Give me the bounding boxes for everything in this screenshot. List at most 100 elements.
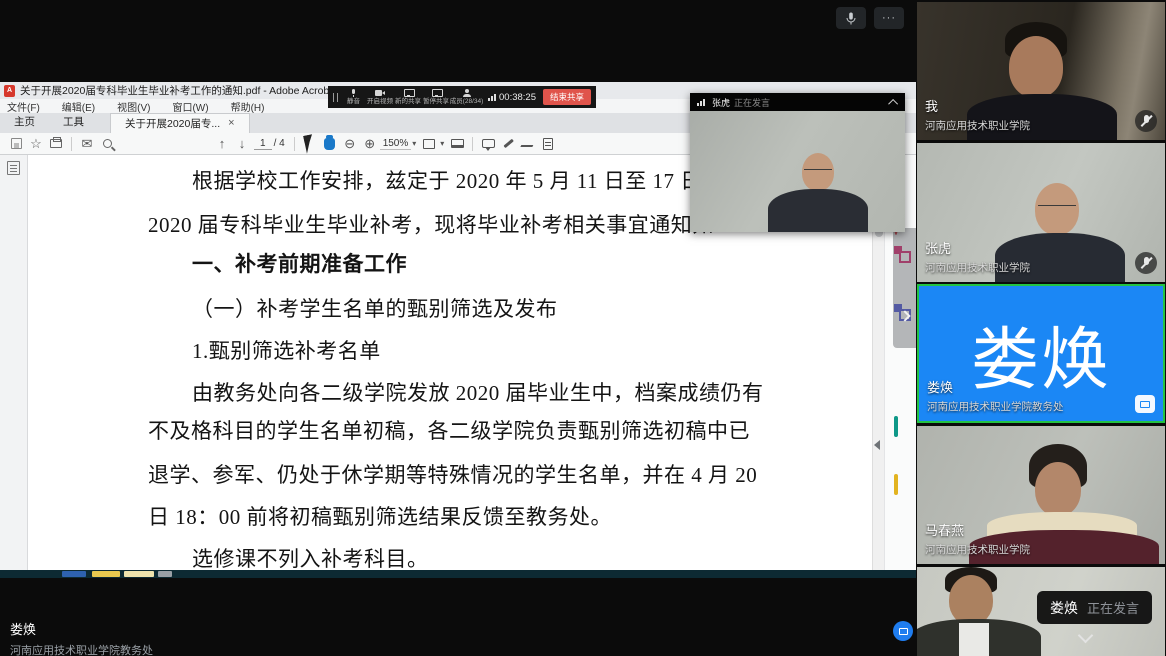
sharing-indicator-badge — [893, 621, 913, 641]
sidebar-expand-control[interactable] — [893, 228, 916, 348]
fill-sign-button[interactable] — [538, 135, 558, 153]
mic-muted-icon — [1135, 252, 1157, 274]
signal-icon — [488, 94, 496, 101]
tab-tools[interactable]: 工具 — [49, 111, 98, 133]
taskbar-folder-icon[interactable] — [92, 571, 120, 577]
acrobat-left-panel — [0, 155, 28, 570]
presenter-org: 河南应用技术职业学院教务处 — [10, 642, 153, 656]
speaking-status: 正在发言 — [1087, 598, 1139, 617]
mic-icon — [348, 89, 358, 97]
mic-button[interactable] — [836, 7, 866, 29]
participants-sidebar: 我 河南应用技术职业学院 张虎 河南应用技术职业学院 娄焕 娄 — [916, 0, 1166, 656]
floating-video-window[interactable]: 张虎 正在发言 — [690, 93, 905, 232]
page-total-label: / 4 — [274, 138, 285, 149]
new-share-button[interactable]: 新的共享 — [395, 89, 421, 105]
more-button[interactable]: ··· — [874, 7, 904, 29]
participant-org: 河南应用技术职业学院 — [925, 118, 1030, 133]
more-tools-icon[interactable] — [894, 506, 908, 520]
presenter-name: 娄焕 — [10, 619, 153, 638]
participant-org: 河南应用技术职业学院 — [925, 260, 1030, 275]
mute-button[interactable]: 静音 — [342, 89, 365, 105]
sign-tool-button[interactable] — [518, 135, 538, 153]
meeting-app: ··· A 关于开展2020届专科毕业生毕业补考工作的通知.pdf - Adob… — [0, 0, 1166, 656]
star-button[interactable]: ☆ — [26, 135, 46, 153]
participant-tile[interactable]: 马春燕 河南应用技术职业学院 — [917, 426, 1165, 564]
protect-icon[interactable] — [894, 388, 908, 402]
collapse-window-icon[interactable] — [888, 98, 898, 108]
sharing-screen-icon — [1135, 395, 1155, 413]
screen-share-icon — [403, 89, 413, 97]
fill-sign-icon[interactable] — [894, 448, 908, 462]
share-toolbar: 静音 开启视频 新的共享 暂停共享 成员(28/34) 00:38:25 — [328, 86, 596, 108]
presenter-label: 娄焕 河南应用技术职业学院教务处 — [10, 619, 153, 656]
zoom-in-button[interactable]: ⊕ — [360, 135, 380, 153]
fit-caret-icon[interactable]: ▾ — [440, 139, 444, 148]
taskbar-folder-icon[interactable] — [124, 571, 154, 577]
search-button[interactable] — [97, 135, 117, 153]
participant-name: 娄焕 — [927, 377, 1064, 396]
members-icon — [462, 89, 472, 97]
speaking-name: 娄焕 — [1050, 598, 1078, 618]
screen-icon — [899, 628, 908, 635]
participant-name: 张虎 — [925, 238, 1030, 257]
members-button[interactable]: 成员(28/34) — [451, 89, 482, 105]
chevron-right-icon — [899, 310, 910, 321]
pause-share-button[interactable]: 暂停共享 — [423, 89, 449, 105]
doc-line: 选修课不列入补考科目。 — [148, 543, 808, 570]
signal-icon — [697, 99, 705, 106]
participant-name: 我 — [925, 96, 1030, 115]
tools-panel-collapse-icon[interactable] — [874, 440, 880, 450]
participant-tile[interactable]: 我 河南应用技术职业学院 — [917, 2, 1165, 140]
participant-tile[interactable]: 张虎 河南应用技术职业学院 — [917, 143, 1165, 282]
compress-pdf-icon[interactable] — [894, 418, 908, 432]
print-button[interactable] — [46, 135, 66, 153]
doc-line: （一）补考学生名单的甄别筛选及发布 — [148, 293, 808, 323]
send-comments-icon[interactable] — [894, 476, 908, 490]
taskbar-app-icon[interactable] — [158, 571, 172, 577]
doc-line: 退学、参军、仍处于休学期等特殊情况的学生名单，并在 4 月 20 — [148, 459, 808, 489]
menu-help[interactable]: 帮助(H) — [231, 99, 265, 114]
end-share-button[interactable]: 结束共享 — [543, 89, 591, 105]
participant-org: 河南应用技术职业学院教务处 — [927, 399, 1064, 414]
email-button[interactable]: ✉ — [77, 135, 97, 153]
speaking-toast: 娄焕 正在发言 — [1037, 591, 1152, 624]
page-thumbnails-icon[interactable] — [7, 161, 20, 175]
toolbar-drag-handle[interactable] — [333, 93, 338, 102]
comment-tool-button[interactable] — [478, 135, 498, 153]
participant-tile-active-speaker[interactable]: 娄焕 娄焕 河南应用技术职业学院教务处 — [917, 284, 1165, 423]
meeting-timer: 00:38:25 — [488, 92, 536, 103]
shared-screen-stage: ··· A 关于开展2020届专科毕业生毕业补考工作的通知.pdf - Adob… — [0, 0, 916, 656]
save-button[interactable] — [6, 135, 26, 153]
hand-tool-button[interactable] — [320, 135, 340, 153]
pause-share-icon — [431, 89, 441, 97]
page-down-button[interactable]: ↓ — [232, 135, 252, 153]
fit-width-button[interactable] — [419, 135, 439, 153]
floating-video-header: 张虎 正在发言 — [690, 93, 905, 111]
tab-home[interactable]: 主页 — [0, 111, 49, 133]
participant-name: 马春燕 — [925, 520, 1030, 539]
tab-document[interactable]: 关于开展2020届专... × — [110, 113, 250, 133]
page-number-input[interactable]: 1 — [254, 138, 272, 150]
doc-line: 由教务处向各二级学院发放 2020 届毕业生中，档案成绩仍有 — [148, 377, 808, 407]
doc-line: 不及格科目的学生名单初稿，各二级学院负责甄别筛选初稿中已 — [148, 415, 808, 445]
doc-line: 1.甄别筛选补考名单 — [148, 335, 808, 365]
floating-speaker-name: 张虎 — [712, 96, 730, 109]
reading-mode-button[interactable] — [447, 135, 467, 153]
select-tool-button[interactable] — [300, 135, 320, 153]
menu-view[interactable]: 视图(V) — [117, 99, 150, 114]
highlight-tool-button[interactable] — [498, 135, 518, 153]
page-up-button[interactable]: ↑ — [212, 135, 232, 153]
floating-speaking-status: 正在发言 — [734, 96, 770, 109]
camera-button[interactable]: 开启视频 — [367, 89, 393, 105]
menu-window[interactable]: 窗口(W) — [172, 99, 208, 114]
tab-close-icon[interactable]: × — [228, 117, 234, 129]
taskbar-app-icon[interactable] — [62, 571, 86, 577]
zoom-out-button[interactable]: ⊖ — [340, 135, 360, 153]
windows-taskbar — [0, 570, 916, 578]
floating-video-feed — [690, 111, 905, 232]
zoom-caret-icon[interactable]: ▾ — [412, 139, 416, 148]
tab-document-label: 关于开展2020届专... — [125, 116, 220, 131]
zoom-level-select[interactable]: 150% — [380, 138, 412, 150]
mic-icon — [846, 12, 856, 25]
mic-muted-icon — [1135, 110, 1157, 132]
